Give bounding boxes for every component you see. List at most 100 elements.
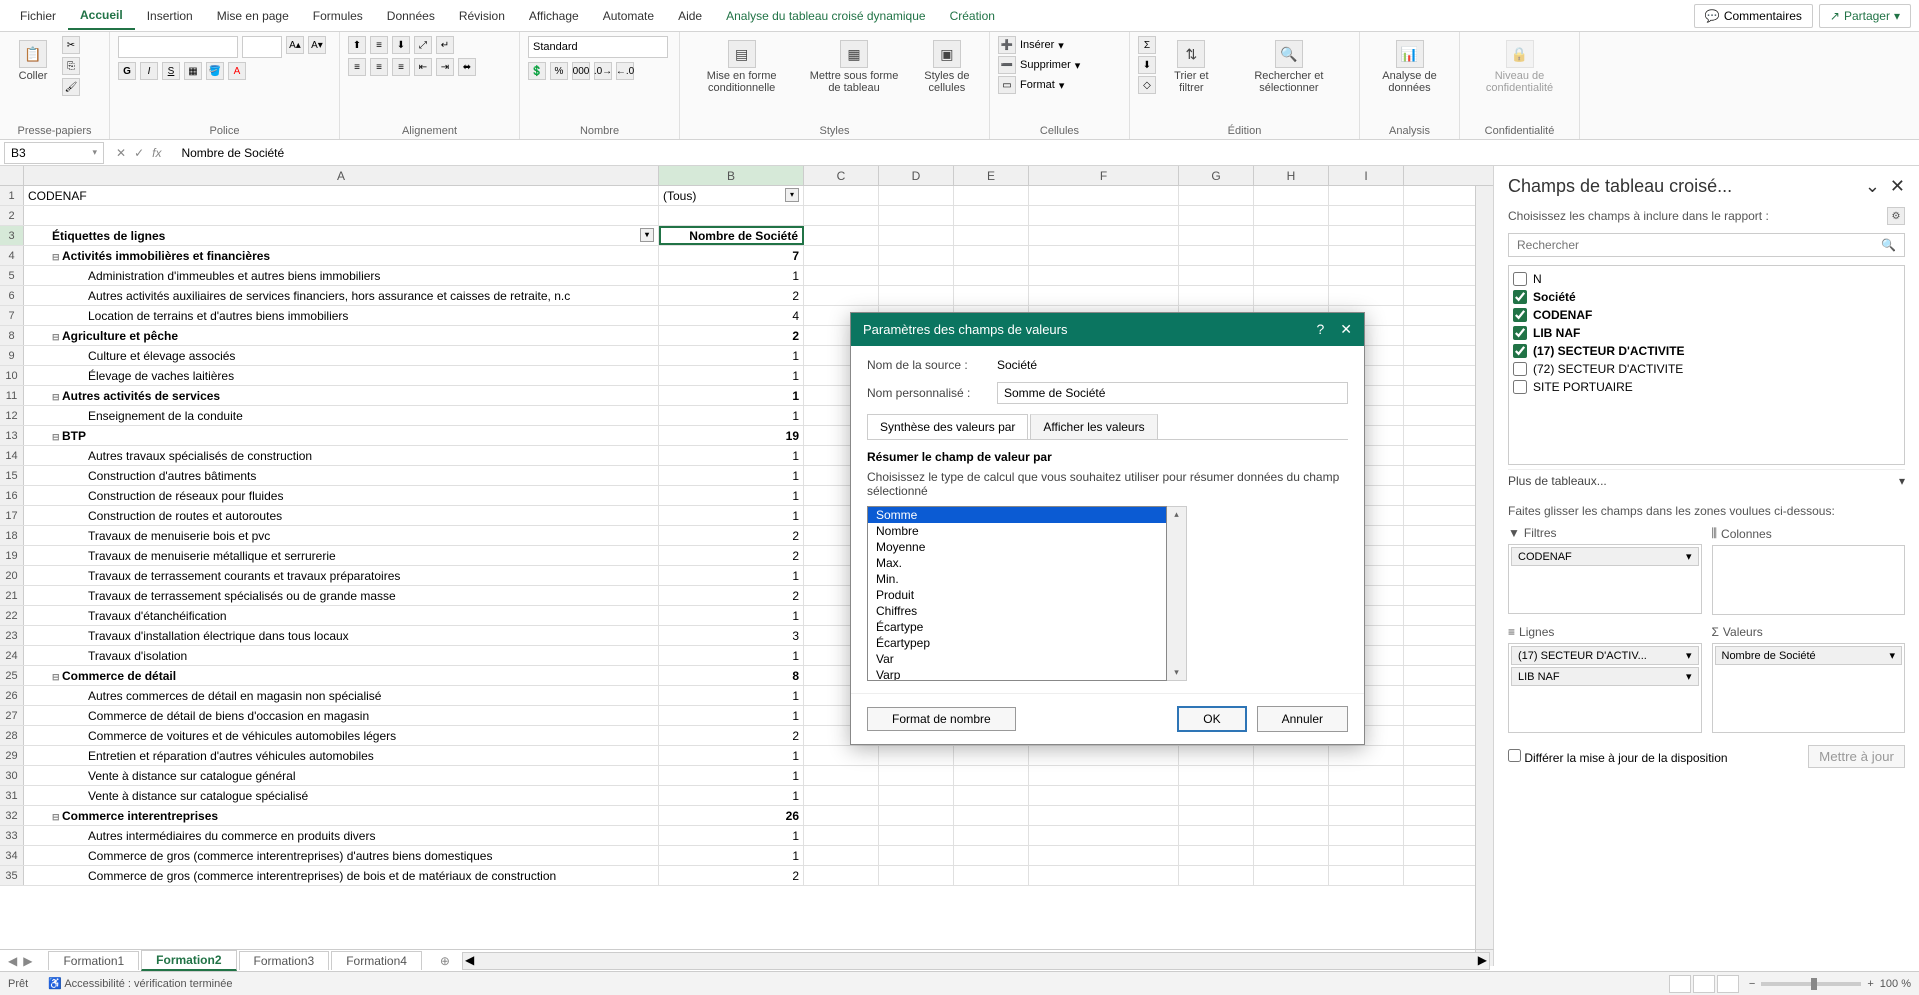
row-header[interactable]: 15 [0, 466, 24, 485]
cell[interactable]: Travaux de terrassement courants et trav… [24, 566, 659, 585]
cell[interactable] [1029, 786, 1179, 805]
cell[interactable]: 1 [659, 366, 804, 385]
calculation-list[interactable]: SommeNombreMoyenneMax.Min.ProduitChiffre… [867, 506, 1167, 681]
tab-affichage[interactable]: Affichage [517, 3, 591, 29]
tab-aide[interactable]: Aide [666, 3, 714, 29]
autosum-icon[interactable]: Σ [1138, 36, 1156, 54]
number-format-select[interactable] [528, 36, 668, 58]
cell[interactable] [1029, 766, 1179, 785]
row-header[interactable]: 9 [0, 346, 24, 365]
cell[interactable] [1029, 746, 1179, 765]
cell[interactable] [954, 826, 1029, 845]
cell[interactable]: Travaux de terrassement spécialisés ou d… [24, 586, 659, 605]
values-zone[interactable]: Nombre de Société▾ [1712, 643, 1906, 733]
cell[interactable]: Vente à distance sur catalogue spécialis… [24, 786, 659, 805]
filters-zone[interactable]: CODENAF▾ [1508, 544, 1702, 614]
row-header[interactable]: 33 [0, 826, 24, 845]
cell[interactable] [1329, 246, 1404, 265]
cell[interactable] [804, 226, 879, 245]
tab-insertion[interactable]: Insertion [135, 3, 205, 29]
cell[interactable] [804, 806, 879, 825]
cell[interactable] [879, 766, 954, 785]
row-header[interactable]: 29 [0, 746, 24, 765]
cut-icon[interactable]: ✂ [62, 36, 80, 54]
page-break-view-icon[interactable] [1717, 975, 1739, 993]
cell[interactable] [879, 246, 954, 265]
col-header-D[interactable]: D [879, 166, 954, 185]
row-header[interactable]: 4 [0, 246, 24, 265]
cell[interactable]: ⊟BTP [24, 426, 659, 445]
defer-checkbox-label[interactable]: Différer la mise à jour de la dispositio… [1508, 749, 1728, 765]
tab-mise-en-page[interactable]: Mise en page [205, 3, 301, 29]
tab-fichier[interactable]: Fichier [8, 3, 68, 29]
page-layout-view-icon[interactable] [1693, 975, 1715, 993]
cell[interactable] [1329, 846, 1404, 865]
calc-option[interactable]: Somme [868, 507, 1166, 523]
cell[interactable] [804, 206, 879, 225]
font-size-select[interactable] [242, 36, 282, 58]
sheet-tab[interactable]: Formation1 [48, 951, 139, 970]
cell[interactable] [1254, 246, 1329, 265]
cell[interactable] [1329, 766, 1404, 785]
field-item[interactable]: CODENAF [1513, 306, 1900, 324]
analyze-data-button[interactable]: 📊Analyse de données [1368, 36, 1451, 98]
name-box[interactable]: B3▾ [4, 142, 104, 164]
cell[interactable]: 7 [659, 246, 804, 265]
field-list[interactable]: NSociétéCODENAFLIB NAF(17) SECTEUR D'ACT… [1508, 265, 1905, 465]
cell[interactable]: 1 [659, 646, 804, 665]
cell[interactable] [879, 206, 954, 225]
find-select-button[interactable]: 🔍Rechercher et sélectionner [1227, 36, 1351, 98]
cell[interactable] [1179, 826, 1254, 845]
cell[interactable]: Commerce de gros (commerce interentrepri… [24, 866, 659, 885]
cell[interactable] [1329, 786, 1404, 805]
cell[interactable] [1329, 226, 1404, 245]
share-button[interactable]: ↗ Partager ▾ [1819, 4, 1911, 28]
row-header[interactable]: 19 [0, 546, 24, 565]
delete-button[interactable]: ➖Supprimer ▾ [998, 56, 1080, 74]
cell[interactable]: Entretien et réparation d'autres véhicul… [24, 746, 659, 765]
zoom-out-icon[interactable]: − [1749, 978, 1755, 990]
cell[interactable] [954, 846, 1029, 865]
row-header[interactable]: 1 [0, 186, 24, 205]
cell[interactable] [1254, 826, 1329, 845]
cell[interactable] [1029, 206, 1179, 225]
cell[interactable]: 2 [659, 526, 804, 545]
cell[interactable]: 2 [659, 726, 804, 745]
cell[interactable]: ⊟Autres activités de services [24, 386, 659, 405]
cell[interactable] [879, 286, 954, 305]
cell[interactable]: 2 [659, 586, 804, 605]
align-center-icon[interactable]: ≡ [370, 58, 388, 76]
row-header[interactable]: 8 [0, 326, 24, 345]
cell[interactable] [804, 186, 879, 205]
cell[interactable] [954, 186, 1029, 205]
cell[interactable] [1329, 806, 1404, 825]
col-header-C[interactable]: C [804, 166, 879, 185]
search-input[interactable] [1517, 238, 1881, 252]
border-icon[interactable]: ▦ [184, 62, 202, 80]
increase-decimal-icon[interactable]: .0→ [594, 62, 612, 80]
zoom-level[interactable]: 100 % [1880, 978, 1911, 990]
cell[interactable]: 2 [659, 326, 804, 345]
cell[interactable]: 1 [659, 266, 804, 285]
col-header-G[interactable]: G [1179, 166, 1254, 185]
field-item[interactable]: (17) SECTEUR D'ACTIVITE [1513, 342, 1900, 360]
cell[interactable] [1254, 846, 1329, 865]
cell[interactable]: Location de terrains et d'autres biens i… [24, 306, 659, 325]
cell[interactable]: Travaux de menuiserie bois et pvc [24, 526, 659, 545]
row-header[interactable]: 18 [0, 526, 24, 545]
paste-button[interactable]: 📋Coller [8, 36, 58, 86]
cell[interactable] [1329, 206, 1404, 225]
cell[interactable] [1254, 806, 1329, 825]
cell[interactable]: ⊟Commerce interentreprises [24, 806, 659, 825]
increase-font-icon[interactable]: A▴ [286, 36, 304, 54]
bold-icon[interactable]: G [118, 62, 136, 80]
cell[interactable] [804, 786, 879, 805]
cell[interactable] [804, 766, 879, 785]
calc-option[interactable]: Écartype [868, 619, 1166, 635]
pane-collapse-icon[interactable]: ⌄ [1865, 176, 1880, 196]
field-item[interactable]: SITE PORTUAIRE [1513, 378, 1900, 396]
cell[interactable] [954, 806, 1029, 825]
row-header[interactable]: 20 [0, 566, 24, 585]
field-checkbox[interactable] [1513, 344, 1527, 358]
cell[interactable]: Commerce de gros (commerce interentrepri… [24, 846, 659, 865]
